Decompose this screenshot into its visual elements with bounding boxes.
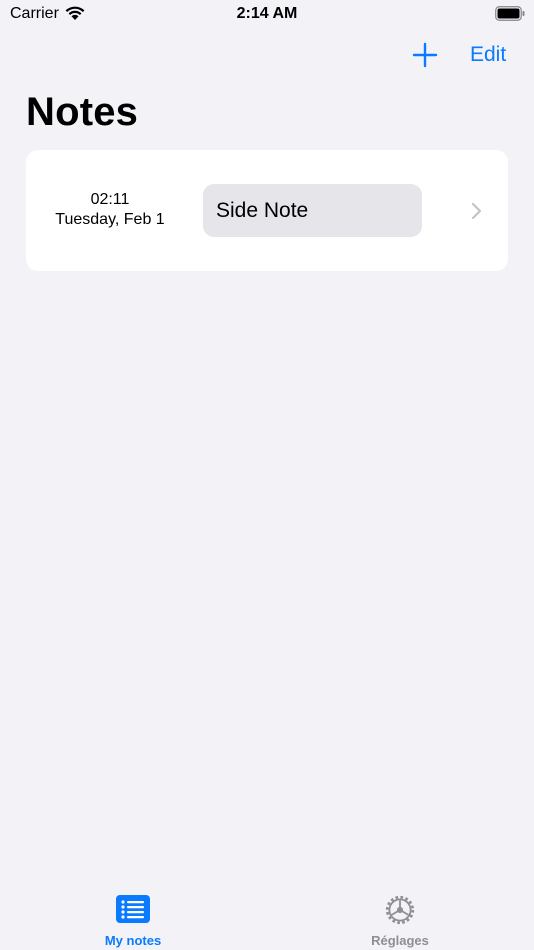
tab-bar: My notes Réglages (0, 885, 534, 950)
page-title: Notes (26, 90, 139, 134)
tab-my-notes-label: My notes (104, 933, 162, 948)
list-icon (116, 895, 150, 923)
gear-icon (385, 895, 415, 925)
note-date: 02:11 Tuesday, Feb 1 (50, 190, 170, 230)
plus-icon (412, 42, 438, 68)
tab-my-notes[interactable]: My notes (73, 885, 193, 950)
notes-screen: Carrier 2:14 AM Edit Notes 02:11 Tuesday… (0, 0, 534, 950)
note-time: 02:11 (90, 191, 130, 208)
tab-reglages[interactable]: Réglages (340, 885, 460, 950)
chevron-right-icon (471, 202, 482, 220)
status-bar: Carrier 2:14 AM (0, 0, 534, 30)
note-day: Tuesday, Feb 1 (55, 211, 165, 228)
status-time: 2:14 AM (236, 5, 298, 22)
battery-icon (495, 6, 525, 21)
note-title: Side Note (203, 184, 422, 237)
tab-reglages-label: Réglages (371, 933, 429, 948)
note-row[interactable]: 02:11 Tuesday, Feb 1 Side Note (26, 150, 508, 271)
edit-button[interactable]: Edit (470, 43, 506, 67)
add-note-button[interactable] (410, 40, 440, 70)
